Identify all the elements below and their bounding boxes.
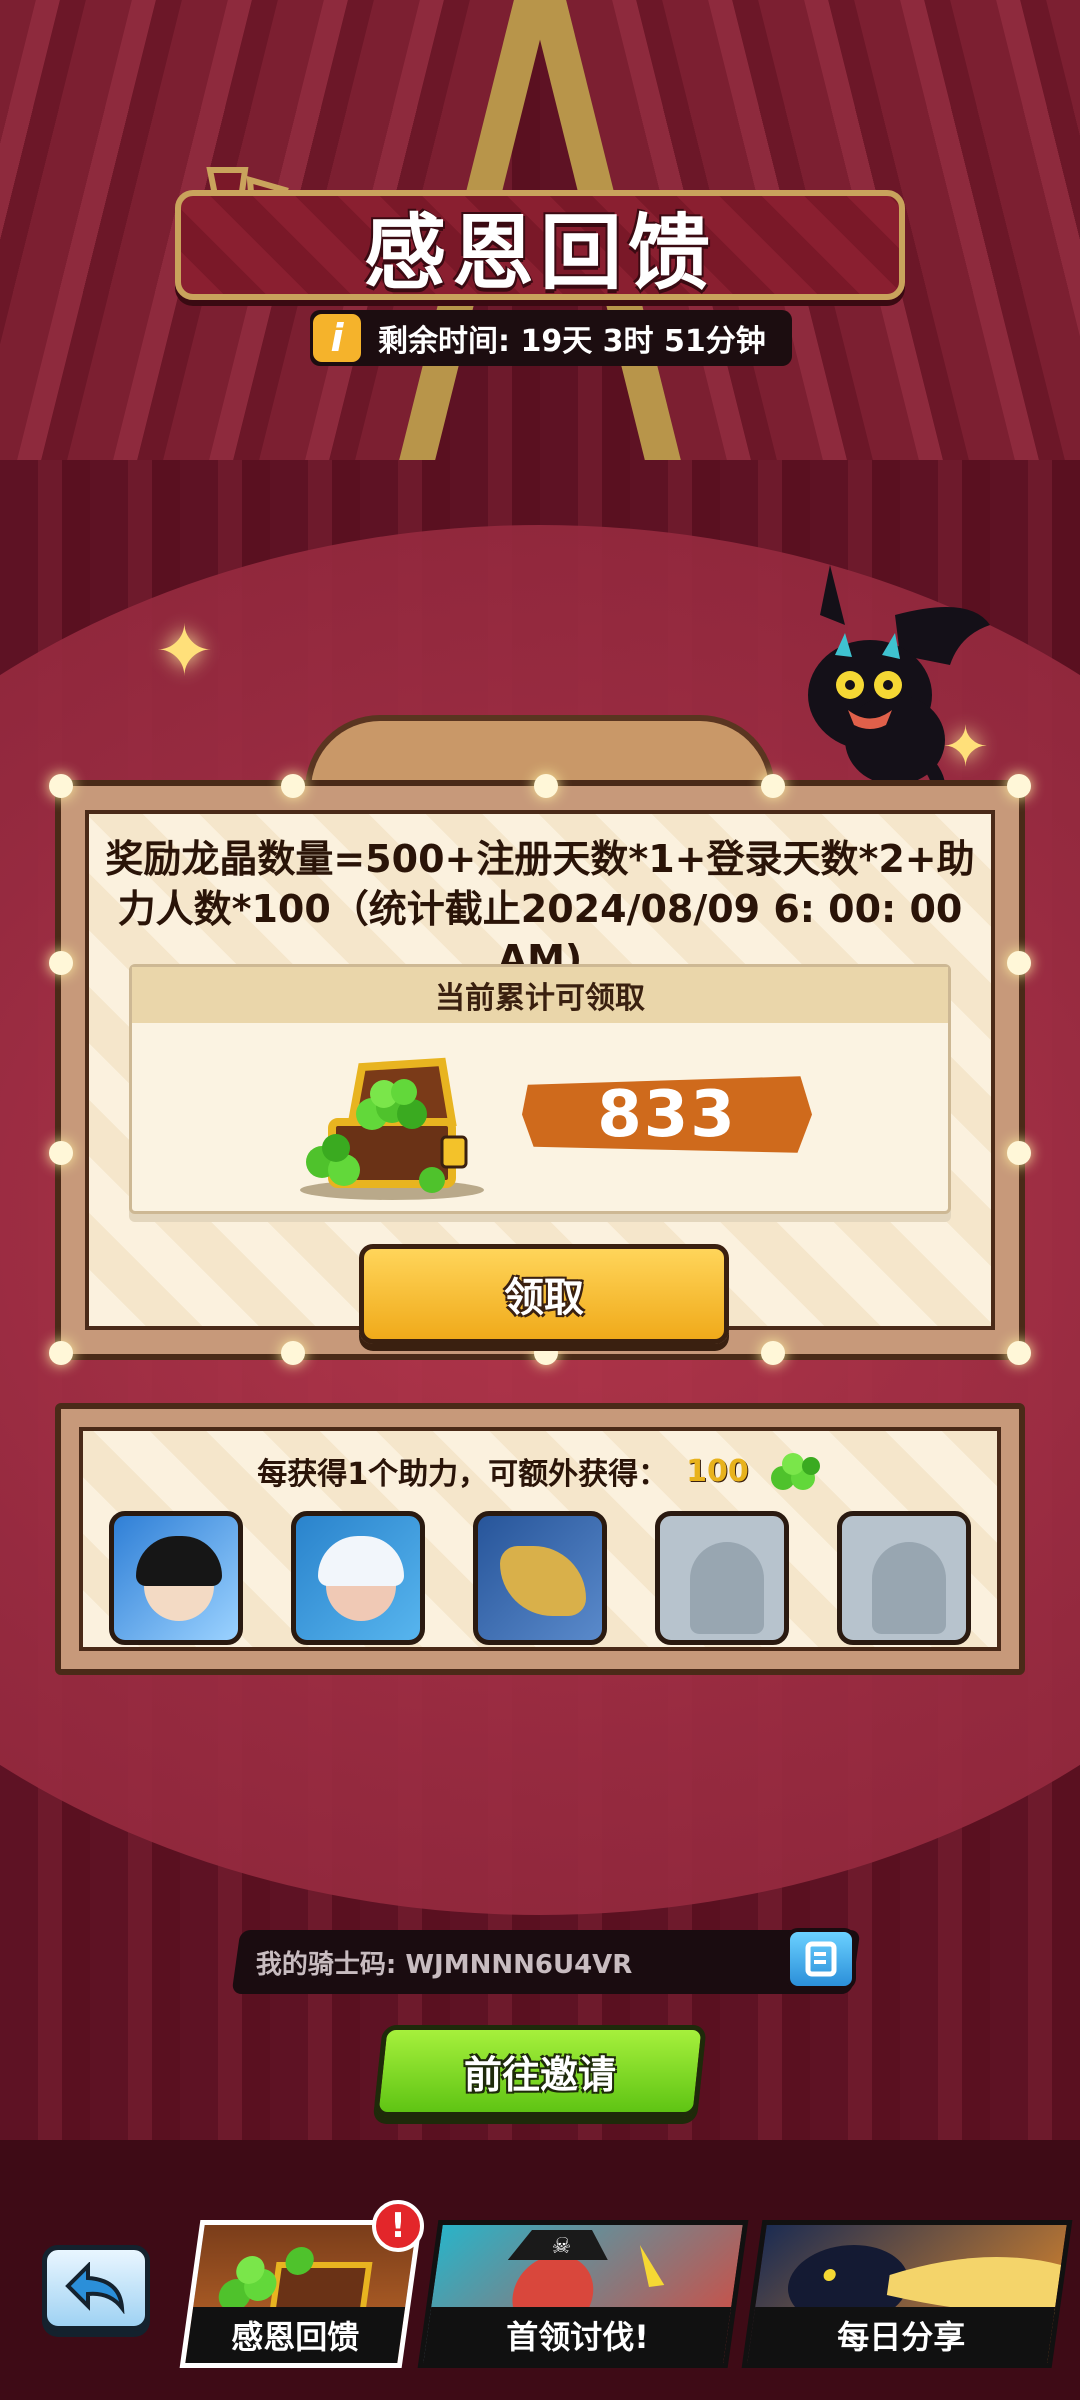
helpers-panel: 每获得1个助力，可额外获得： 100	[79, 1427, 1001, 1651]
tab-label: 每日分享	[747, 2307, 1056, 2363]
bulb	[1007, 951, 1031, 975]
reward-amount: 833	[597, 1077, 737, 1152]
back-button[interactable]	[42, 2245, 150, 2331]
back-arrow-icon	[65, 2262, 125, 2314]
reward-formula: 奖励龙晶数量=500+注册天数*1+登录天数*2+助力人数*100（统计截止20…	[105, 837, 975, 981]
svg-text:☠: ☠	[550, 2233, 573, 2259]
bulb	[1007, 1141, 1031, 1165]
silhouette-icon	[872, 1542, 946, 1634]
reward-board: 奖励龙晶数量=500+注册天数*1+登录天数*2+助力人数*100（统计截止20…	[49, 774, 1031, 1365]
bulb	[1007, 1341, 1031, 1365]
helper-bonus-line: 每获得1个助力，可额外获得： 100	[83, 1449, 997, 1493]
bulb	[761, 774, 785, 798]
remaining-time-text: 剩余时间: 19天 3时 51分钟	[378, 324, 766, 359]
bulb	[1007, 774, 1031, 798]
go-invite-label: 前往邀请	[463, 2052, 616, 2097]
sparkle-icon: ✦	[155, 610, 214, 692]
bulb	[534, 1341, 558, 1365]
helper-avatars	[109, 1511, 971, 1645]
go-invite-button[interactable]: 前往邀请	[373, 2025, 707, 2117]
bulb	[49, 1141, 73, 1165]
tab-label: 感恩回馈	[185, 2307, 406, 2363]
knight-code-field: 我的骑士码: WJMNNN6U4VR	[231, 1930, 861, 1994]
event-title-banner: 感恩回馈	[175, 190, 905, 301]
helper-bonus-text: 每获得1个助力，可额外获得：	[257, 1457, 669, 1492]
reward-amount-strip: 833	[522, 1076, 812, 1153]
event-title: 感恩回馈	[363, 205, 716, 301]
helper-slot-empty[interactable]	[837, 1511, 971, 1645]
bulb	[49, 1341, 73, 1365]
helper-slot-empty[interactable]	[655, 1511, 789, 1645]
helper-avatar-gold-dragon[interactable]	[473, 1511, 607, 1645]
silhouette-icon	[690, 1542, 764, 1634]
helper-bonus-amount: 100	[686, 1453, 749, 1489]
helper-avatar-girl-hero[interactable]	[109, 1511, 243, 1645]
knight-code-text: 我的骑士码: WJMNNN6U4VR	[256, 1949, 633, 1980]
green-gem-icon	[770, 1453, 820, 1490]
claimable-scroll: 当前累计可领取 833	[129, 964, 951, 1214]
copy-icon	[805, 1941, 837, 1977]
treasure-chest-icon	[300, 1057, 484, 1200]
bulb	[49, 774, 73, 798]
remaining-time-badge: i 剩余时间: 19天 3时 51分钟	[310, 310, 792, 366]
bulb	[534, 774, 558, 798]
avatar-hair	[136, 1536, 222, 1586]
tab-boss-raid[interactable]: ☠ 首领讨伐!	[417, 2220, 749, 2368]
info-icon[interactable]: i	[310, 311, 364, 365]
helper-avatar-white-hair-hero[interactable]	[291, 1511, 425, 1645]
black-dragon-mascot-icon	[808, 565, 990, 805]
claimable-label: 当前累计可领取	[132, 967, 948, 1023]
avatar-hair	[318, 1536, 404, 1586]
tab-daily-share[interactable]: 每日分享	[741, 2220, 1073, 2368]
bulb	[761, 1341, 785, 1365]
tab-label: 首领讨伐!	[423, 2307, 732, 2363]
claim-button[interactable]: 领取	[359, 1244, 729, 1344]
bulb	[281, 774, 305, 798]
bulb	[49, 951, 73, 975]
reward-board-panel: 奖励龙晶数量=500+注册天数*1+登录天数*2+助力人数*100（统计截止20…	[85, 810, 995, 1344]
avatar-dragon	[500, 1546, 586, 1616]
copy-code-button[interactable]	[786, 1928, 856, 1990]
bulb	[281, 1341, 305, 1365]
helpers-board: 每获得1个助力，可额外获得： 100	[55, 1403, 1025, 1675]
alert-badge: !	[372, 2200, 424, 2252]
